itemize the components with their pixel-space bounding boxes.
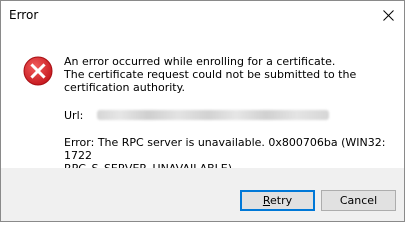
window-title: Error	[9, 8, 39, 22]
retry-button[interactable]: Retry	[240, 190, 315, 211]
title-bar: Error	[1, 1, 404, 31]
cancel-button[interactable]: Cancel	[321, 190, 396, 211]
url-label: Url:	[64, 109, 84, 122]
close-button[interactable]	[372, 1, 404, 31]
message-line: An error occurred while enrolling for a …	[64, 55, 336, 68]
retry-label-rest: etry	[270, 194, 293, 207]
retry-accelerator: R	[262, 194, 271, 207]
url-row: Url:	[64, 109, 394, 122]
error-line: Error: The RPC server is unavailable. 0x…	[64, 136, 386, 162]
error-message: An error occurred while enrolling for a …	[64, 55, 394, 94]
dialog-content: An error occurred while enrolling for a …	[1, 31, 404, 175]
message-line: The certificate request could not be sub…	[64, 68, 357, 81]
close-icon	[383, 10, 394, 21]
redacted-url	[97, 110, 330, 120]
button-bar: Retry Cancel	[1, 168, 404, 221]
error-icon	[23, 56, 53, 86]
message-line: certification authority.	[64, 81, 186, 94]
error-dialog: Error An error occurred while enrolling …	[0, 0, 405, 222]
